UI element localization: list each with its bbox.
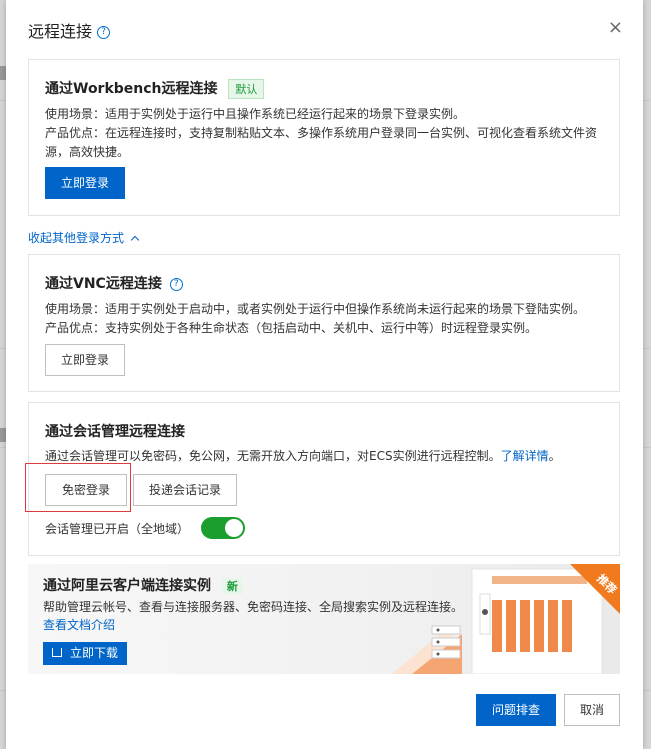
default-badge: 默认 xyxy=(228,79,265,99)
dialog-title: 远程连接 ? xyxy=(28,18,111,42)
workbench-advantage: 产品优点：在远程连接时，支持复制粘贴文本、多操作系统用户登录同一台实例、可视化查… xyxy=(45,126,598,159)
remote-connect-dialog: 远程连接 ? × 通过Workbench远程连接 默认 使用场景：适用于实例处于… xyxy=(6,0,643,749)
deliver-session-log-button[interactable]: 投递会话记录 xyxy=(133,474,237,506)
download-button[interactable]: 立即下载 xyxy=(43,642,127,665)
new-badge: 新 xyxy=(221,578,243,594)
collapse-link-text: 收起其他登录方式 xyxy=(28,231,125,245)
session-manager-toggle[interactable] xyxy=(201,517,245,539)
client-illustration xyxy=(392,564,620,674)
workbench-desc: 使用场景：适用于实例处于运行中且操作系统已经运行起来的场景下登录实例。 产品优点… xyxy=(45,105,605,162)
troubleshoot-button[interactable]: 问题排查 xyxy=(476,694,556,726)
vnc-card: 通过VNC远程连接 ? 使用场景：适用于实例处于启动中，或者实例处于运行中但操作… xyxy=(28,254,620,392)
learn-more-suffix: 。 xyxy=(548,449,561,463)
session-desc: 通过会话管理可以免密码，免公网，无需开放入方向端口，对ECS实例进行远程控制。 xyxy=(45,449,501,463)
help-icon[interactable]: ? xyxy=(97,26,111,39)
toggle-knob xyxy=(225,519,243,537)
close-icon[interactable]: × xyxy=(608,18,623,38)
dialog-title-text: 远程连接 xyxy=(28,22,93,41)
chevron-up-icon xyxy=(130,235,140,244)
doc-intro-link[interactable]: 查看文档介绍 xyxy=(43,616,115,633)
client-title-row: 通过阿里云客户端连接实例 新 xyxy=(43,575,243,595)
cancel-button[interactable]: 取消 xyxy=(564,694,620,726)
learn-more-link[interactable]: 了解详情 xyxy=(501,449,549,463)
collapse-other-methods-link[interactable]: 收起其他登录方式 xyxy=(28,229,140,246)
workbench-title-row: 通过Workbench远程连接 默认 xyxy=(45,78,265,99)
client-promo-card: 通过阿里云客户端连接实例 新 帮助管理云帐号、查看与连接服务器、免密码连接、全局… xyxy=(28,564,620,674)
vnc-login-button[interactable]: 立即登录 xyxy=(45,344,125,376)
vnc-desc: 使用场景：适用于实例处于启动中，或者实例处于运行中但操作系统尚未运行起来的场景下… xyxy=(45,300,615,338)
vnc-advantage: 产品优点：支持实例处于各种生命状态（包括启动中、关机中、运行中等）时远程登录实例… xyxy=(45,321,538,335)
workbench-scene: 使用场景：适用于实例处于运行中且操作系统已经运行起来的场景下登录实例。 xyxy=(45,107,466,121)
vnc-title-row: 通过VNC远程连接 ? xyxy=(45,273,183,293)
workbench-card: 通过Workbench远程连接 默认 使用场景：适用于实例处于运行中且操作系统已… xyxy=(28,59,620,216)
session-title: 通过会话管理远程连接 xyxy=(45,424,185,440)
download-icon xyxy=(51,648,62,657)
workbench-login-button[interactable]: 立即登录 xyxy=(45,167,125,199)
vnc-title: 通过VNC远程连接 xyxy=(45,276,162,292)
highlight-box xyxy=(25,463,131,512)
session-status-label: 会话管理已开启（全地域） xyxy=(45,522,190,536)
workbench-title: 通过Workbench远程连接 xyxy=(45,81,218,97)
vnc-help-icon[interactable]: ? xyxy=(169,277,183,291)
download-button-label: 立即下载 xyxy=(69,646,118,660)
client-title: 通过阿里云客户端连接实例 xyxy=(43,578,211,594)
vnc-scene: 使用场景：适用于实例处于启动中，或者实例处于运行中但操作系统尚未运行起来的场景下… xyxy=(45,302,586,316)
